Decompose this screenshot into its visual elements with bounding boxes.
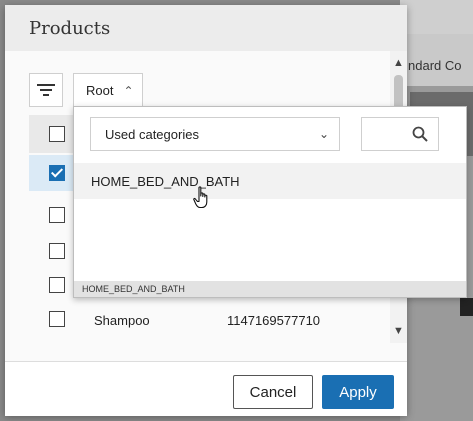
row-checkbox[interactable] [49, 165, 65, 181]
dialog-footer: Cancel Apply [5, 361, 407, 416]
background-partial-text: ndard Co [408, 58, 462, 73]
root-label: Root [86, 83, 114, 98]
root-category-button[interactable]: Root ⌃ [73, 73, 143, 107]
category-popover: Used categories ⌄ HOME_BED_AND_BATH HOME… [73, 106, 467, 298]
filter-icon [37, 84, 55, 96]
scroll-down-icon[interactable]: ▼ [393, 325, 404, 337]
row-checkbox[interactable] [49, 207, 65, 223]
search-icon [412, 126, 428, 142]
row-checkbox[interactable] [49, 243, 65, 259]
row-checkbox[interactable] [49, 277, 65, 293]
scroll-up-icon[interactable]: ▲ [393, 57, 404, 69]
category-path: HOME_BED_AND_BATH [74, 281, 466, 297]
row-name: Shampoo [94, 313, 150, 328]
dialog-header: Products [5, 5, 407, 51]
background-header [400, 0, 473, 34]
category-select-value: Used categories [105, 126, 199, 142]
background-block [460, 298, 473, 316]
chevron-up-icon: ⌃ [123, 83, 134, 98]
select-all-checkbox[interactable] [49, 126, 65, 142]
cancel-button[interactable]: Cancel [233, 375, 313, 409]
dialog-title: Products [29, 18, 111, 39]
category-select[interactable]: Used categories ⌄ [90, 117, 340, 151]
category-search-input[interactable] [361, 117, 439, 151]
row-id: 1147169577710 [227, 313, 321, 328]
apply-button[interactable]: Apply [322, 375, 394, 409]
table-row[interactable]: Shampoo 1147169577710 [29, 301, 393, 337]
row-checkbox[interactable] [49, 311, 65, 327]
category-option[interactable]: HOME_BED_AND_BATH [74, 163, 466, 199]
hand-cursor-icon [193, 186, 208, 209]
filter-button[interactable] [29, 73, 63, 107]
chevron-down-icon: ⌄ [318, 127, 329, 141]
